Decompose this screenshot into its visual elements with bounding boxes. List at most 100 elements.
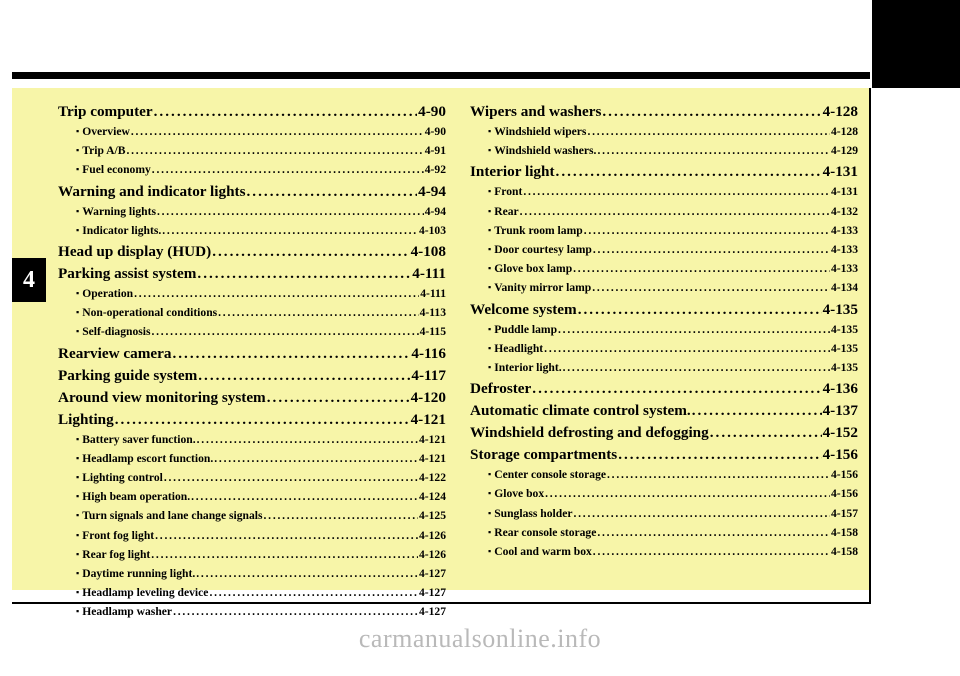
leader-dots: ........................................… <box>263 509 418 523</box>
toc-subentry[interactable]: ▪ Self-diagnosis.........................… <box>58 322 446 341</box>
toc-entry[interactable]: Warning and indicator lights............… <box>58 181 446 202</box>
toc-subentry[interactable]: ▪ Sunglass holder........................… <box>470 504 858 523</box>
toc-subentry[interactable]: ▪ Battery saver function.................… <box>58 430 446 449</box>
leader-dots: ........................................… <box>196 567 418 581</box>
toc-entry-label: Lighting control <box>82 471 163 485</box>
toc-subentry[interactable]: ▪ Turn signals and lane change signals...… <box>58 506 446 525</box>
toc-page-number: 4-156 <box>822 446 858 464</box>
toc-entry[interactable]: Automatic climate control system........… <box>470 400 858 421</box>
toc-entry-label: Cool and warm box <box>494 545 592 559</box>
leader-dots: ........................................… <box>523 185 830 199</box>
leader-dots: ........................................… <box>597 144 830 158</box>
toc-entry-label: Fuel economy <box>82 163 151 177</box>
toc-subentry[interactable]: ▪ Trip A/B...............................… <box>58 141 446 160</box>
toc-page-number: 4-126 <box>418 528 446 542</box>
toc-entry-label: Interior light <box>470 163 555 181</box>
toc-entry[interactable]: Storage compartments....................… <box>470 444 858 465</box>
toc-entry[interactable]: Lighting................................… <box>58 409 446 430</box>
leader-dots: ........................................… <box>597 525 830 539</box>
toc-page-number: 4-135 <box>830 341 858 355</box>
toc-entry-label: Interior light. <box>494 361 562 375</box>
toc-subentry[interactable]: ▪ Interior light.........................… <box>470 358 858 377</box>
toc-entry[interactable]: Parking guide system....................… <box>58 365 446 386</box>
toc-subentry[interactable]: ▪ Windshield washers.....................… <box>470 141 858 160</box>
toc-subentry[interactable]: ▪ Headlamp escort function...............… <box>58 449 446 468</box>
toc-subentry[interactable]: ▪ Windshield wipers......................… <box>470 122 858 141</box>
toc-subentry[interactable]: ▪ Operation..............................… <box>58 284 446 303</box>
toc-subentry[interactable]: ▪ Rear console storage...................… <box>470 523 858 542</box>
toc-page-number: 4-94 <box>424 204 446 218</box>
leader-dots: ........................................… <box>151 547 418 561</box>
toc-subentry[interactable]: ▪ Headlamp washer........................… <box>58 602 446 621</box>
toc-subentry[interactable]: ▪ Fuel economy...........................… <box>58 160 446 179</box>
toc-subentry[interactable]: ▪ Warning lights.........................… <box>58 202 446 221</box>
toc-page-number: 4-92 <box>424 163 446 177</box>
leader-dots: ........................................… <box>544 341 830 355</box>
toc-subentry[interactable]: ▪ Front..................................… <box>470 182 858 201</box>
leader-dots: ........................................… <box>562 361 830 375</box>
chapter-thumb-tab <box>872 0 960 88</box>
leader-dots: ........................................… <box>218 306 419 320</box>
toc-page-number: 4-131 <box>830 185 858 199</box>
bullet-icon: ▪ <box>488 469 492 480</box>
bullet-icon: ▪ <box>76 164 80 175</box>
toc-entry[interactable]: Parking assist system...................… <box>58 263 446 284</box>
toc-entry-label: Headlamp escort function. <box>82 451 214 465</box>
toc-entry-label: Parking guide system <box>58 366 198 384</box>
toc-entry-label: Wipers and washers <box>470 103 602 120</box>
toc-subentry[interactable]: ▪ Rear...................................… <box>470 202 858 221</box>
toc-entry-label: Automatic climate control system. <box>470 402 691 420</box>
toc-page-number: 4-156 <box>830 487 858 501</box>
toc-entry-label: Turn signals and lane change signals <box>82 509 263 523</box>
toc-entry-label: Glove box <box>494 487 545 501</box>
toc-entry-label: Trunk room lamp <box>494 223 583 237</box>
leader-dots: ........................................… <box>573 506 830 520</box>
leader-dots: ........................................… <box>532 380 822 398</box>
leader-dots: ........................................… <box>172 344 411 362</box>
toc-subentry[interactable]: ▪ Indicator lights.......................… <box>58 221 446 240</box>
toc-entry[interactable]: Around view monitoring system...........… <box>58 387 446 408</box>
leader-dots: ........................................… <box>191 490 418 504</box>
toc-subentry[interactable]: ▪ Vanity mirror lamp.....................… <box>470 278 858 297</box>
toc-page-number: 4-135 <box>822 300 858 318</box>
toc-subentry[interactable]: ▪ Door courtesy lamp.....................… <box>470 240 858 259</box>
toc-entry-label: Around view monitoring system <box>58 388 266 406</box>
toc-page-number: 4-120 <box>410 388 446 406</box>
toc-subentry[interactable]: ▪ Rear fog light.........................… <box>58 545 446 564</box>
toc-subentry[interactable]: ▪ Glove box..............................… <box>470 484 858 503</box>
toc-subentry[interactable]: ▪ High beam operation....................… <box>58 487 446 506</box>
bullet-icon: ▪ <box>76 472 80 483</box>
toc-entry-label: Trip A/B <box>82 144 126 158</box>
leader-dots: ........................................… <box>602 103 821 120</box>
toc-subentry[interactable]: ▪ Headlamp leveling device...............… <box>58 583 446 602</box>
toc-page-number: 4-111 <box>420 287 446 301</box>
toc-subentry[interactable]: ▪ Headlight..............................… <box>470 339 858 358</box>
toc-subentry[interactable]: ▪ Trunk room lamp........................… <box>470 221 858 240</box>
toc-entry[interactable]: Trip computer...........................… <box>58 101 446 122</box>
toc-subentry[interactable]: ▪ Center console storage.................… <box>470 465 858 484</box>
toc-subentry[interactable]: ▪ Cool and warm box......................… <box>470 542 858 561</box>
toc-entry[interactable]: Defroster...............................… <box>470 378 858 399</box>
toc-subentry[interactable]: ▪ Lighting control.......................… <box>58 468 446 487</box>
toc-entry[interactable]: Rearview camera.........................… <box>58 343 446 364</box>
leader-dots: ........................................… <box>592 545 830 559</box>
toc-page-number: 4-127 <box>418 567 446 581</box>
leader-dots: ........................................… <box>126 144 424 158</box>
toc-entry-label: Defroster <box>470 380 532 398</box>
toc-entry[interactable]: Wipers and washers......................… <box>470 101 858 122</box>
toc-subentry[interactable]: ▪ Overview...............................… <box>58 122 446 141</box>
bullet-icon: ▪ <box>76 433 80 444</box>
toc-subentry[interactable]: ▪ Glove box lamp.........................… <box>470 259 858 278</box>
toc-entry[interactable]: Interior light..........................… <box>470 161 858 182</box>
bullet-icon: ▪ <box>488 362 492 373</box>
toc-subentry[interactable]: ▪ Daytime running light..................… <box>58 564 446 583</box>
toc-entry[interactable]: Windshield defrosting and defogging.....… <box>470 422 858 443</box>
toc-page-number: 4-158 <box>830 545 858 559</box>
toc-subentry[interactable]: ▪ Front fog light........................… <box>58 526 446 545</box>
toc-entry[interactable]: Welcome system..........................… <box>470 299 858 320</box>
toc-entry[interactable]: Head up display (HUD)...................… <box>58 241 446 262</box>
toc-subentry[interactable]: ▪ Non-operational conditions.............… <box>58 303 446 322</box>
toc-entry-label: Vanity mirror lamp <box>494 281 592 295</box>
toc-subentry[interactable]: ▪ Puddle lamp............................… <box>470 320 858 339</box>
toc-page-number: 4-128 <box>830 125 858 138</box>
